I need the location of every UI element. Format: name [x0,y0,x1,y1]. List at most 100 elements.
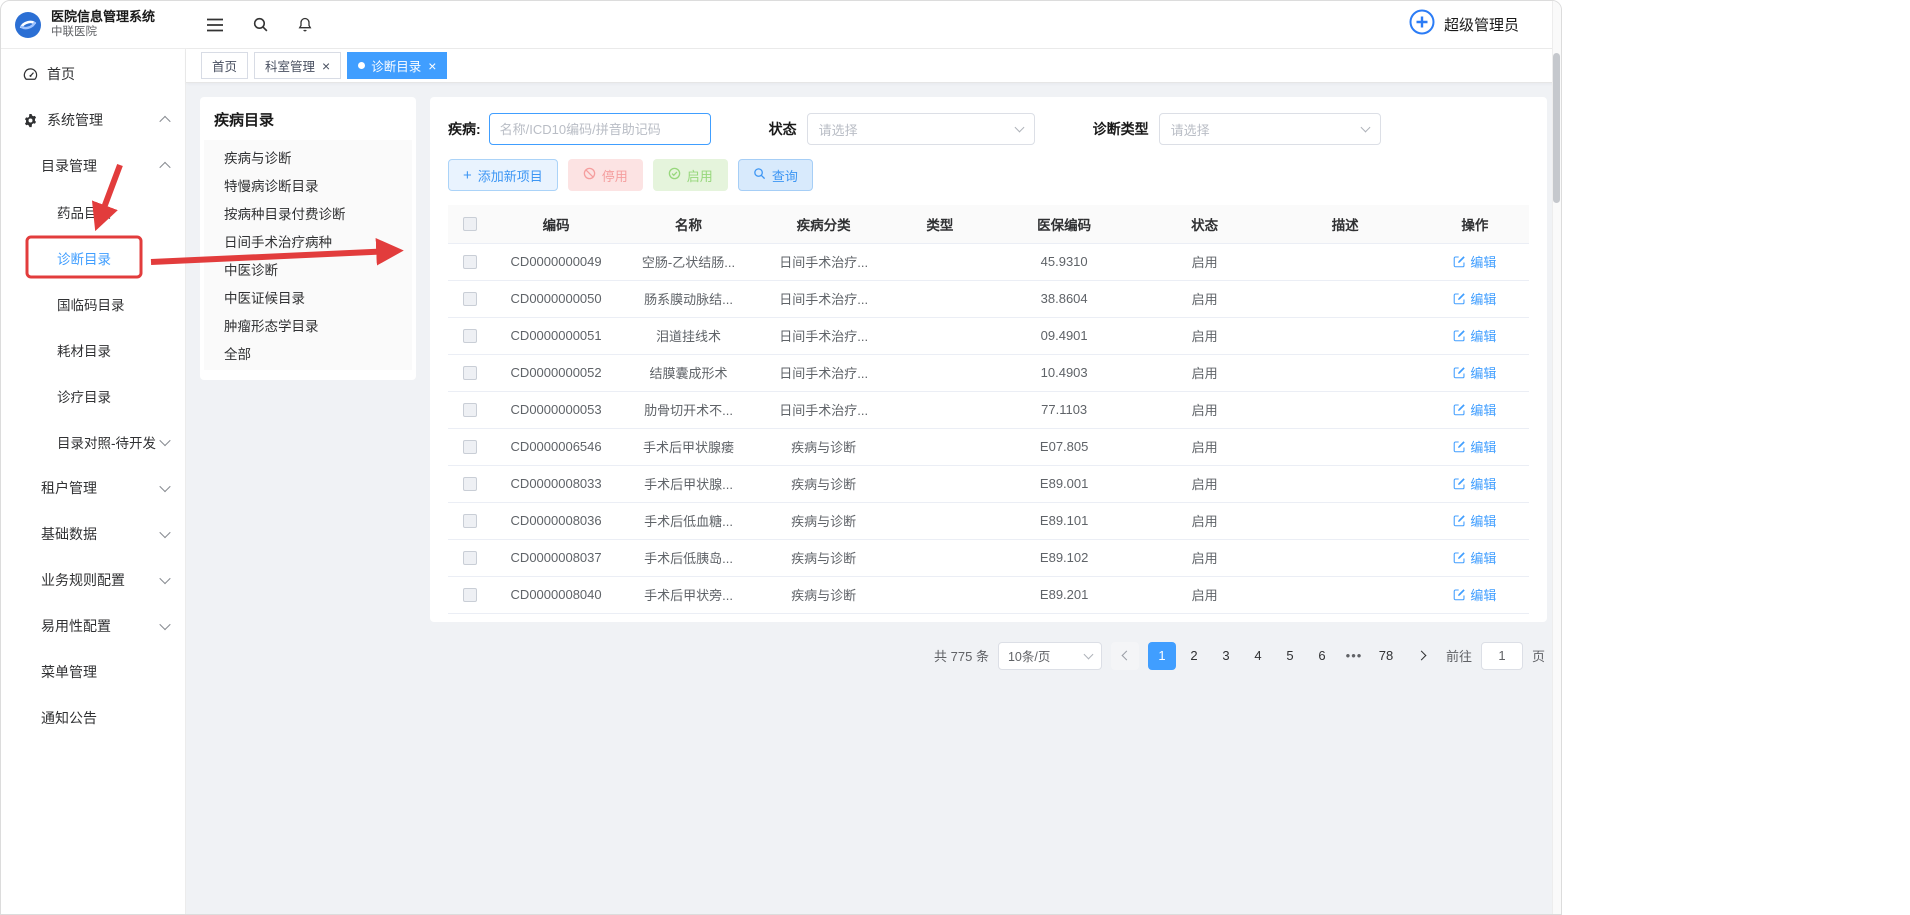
diagnosis-type-select[interactable]: 请选择 [1159,113,1381,145]
edit-button[interactable]: 编辑 [1453,548,1496,567]
edit-button[interactable]: 编辑 [1453,400,1496,419]
row-check-cell [448,539,491,576]
catalog-list-item[interactable]: 疾病与诊断 [204,143,412,171]
edit-button[interactable]: 编辑 [1453,474,1496,493]
toolbar: + 添加新项目 停用 [448,159,1529,191]
search-icon[interactable] [252,16,269,33]
status-select[interactable]: 请选择 [807,113,1035,145]
edit-button-label: 编辑 [1470,548,1496,567]
cell-action: 编辑 [1421,465,1529,502]
sidebar-item-label: 药品目录 [57,202,111,222]
edit-button[interactable]: 编辑 [1453,252,1496,271]
catalog-list-item[interactable]: 中医证候目录 [204,283,412,311]
tab-diagnosis-catalog[interactable]: 诊断目录× [347,52,447,79]
page-number-list: 123456•••78 [1148,642,1400,670]
sidebar-item-treatment-catalog[interactable]: 诊疗目录 [1,373,185,419]
page-button-4[interactable]: 4 [1244,642,1272,670]
sidebar-item-home[interactable]: 首页 [1,51,185,97]
sidebar-item-label: 诊断目录 [57,248,111,268]
cell-code: CD0000000049 [491,243,621,280]
sidebar-item-catalog-mapping[interactable]: 目录对照-待开发 [1,419,185,465]
edit-icon [1453,403,1466,416]
row-checkbox[interactable] [463,366,477,380]
row-checkbox[interactable] [463,588,477,602]
forbidden-circle-icon [583,167,596,183]
table-row: CD0000008036手术后低血糖...疾病与诊断E89.101启用编辑 [448,502,1529,539]
edit-button-label: 编辑 [1470,474,1496,493]
page-button-2[interactable]: 2 [1180,642,1208,670]
query-button[interactable]: 查询 [738,159,813,191]
catalog-list-item[interactable]: 日间手术治疗病种 [204,227,412,255]
row-checkbox[interactable] [463,514,477,528]
edit-button[interactable]: 编辑 [1453,437,1496,456]
catalog-list-item[interactable]: 按病种目录付费诊断 [204,199,412,227]
scrollbar-thumb[interactable] [1553,53,1560,203]
row-check-cell [448,391,491,428]
status-select-value: 请选择 [819,120,858,139]
page-button-3[interactable]: 3 [1212,642,1240,670]
next-page-button[interactable] [1409,642,1437,670]
tab-home[interactable]: 首页 [201,52,248,79]
collapse-menu-icon[interactable] [206,18,224,32]
cell-code: CD0000000052 [491,354,621,391]
edit-button[interactable]: 编辑 [1453,363,1496,382]
sidebar-item-usability-config[interactable]: 易用性配置 [1,603,185,649]
column-header: 描述 [1270,205,1421,243]
edit-button[interactable]: 编辑 [1453,511,1496,530]
sidebar-item-system-management[interactable]: 系统管理 [1,97,185,143]
cell-category: 日间手术治疗... [756,280,891,317]
catalog-list-item[interactable]: 肿瘤形态学目录 [204,311,412,339]
goto-page-input[interactable] [1481,642,1523,670]
row-checkbox[interactable] [463,477,477,491]
edit-button[interactable]: 编辑 [1453,585,1496,604]
filter-row: 疾病: 状态 请选择 诊断类型 请选择 [448,113,1529,145]
page-size-select[interactable]: 10条/页 [998,642,1102,670]
notification-bell-icon[interactable] [297,16,313,33]
disable-button[interactable]: 停用 [568,159,643,191]
cell-action: 编辑 [1421,428,1529,465]
page-button-78[interactable]: 78 [1372,642,1400,670]
sidebar-item-business-rules[interactable]: 业务规则配置 [1,557,185,603]
sidebar-item-drug-catalog[interactable]: 药品目录 [1,189,185,235]
add-item-button[interactable]: + 添加新项目 [448,159,558,191]
pagination-more-button[interactable]: ••• [1340,642,1368,670]
cell-status: 启用 [1140,539,1270,576]
cell-action: 编辑 [1421,502,1529,539]
row-checkbox[interactable] [463,255,477,269]
cell-description [1270,539,1421,576]
row-checkbox[interactable] [463,440,477,454]
page-button-5[interactable]: 5 [1276,642,1304,670]
select-all-checkbox[interactable] [463,217,477,231]
edit-button[interactable]: 编辑 [1453,326,1496,345]
edit-icon [1453,255,1466,268]
sidebar-item-tenant-management[interactable]: 租户管理 [1,465,185,511]
tab-dept-management[interactable]: 科室管理× [254,52,341,79]
row-checkbox[interactable] [463,292,477,306]
sidebar-item-menu-management[interactable]: 菜单管理 [1,649,185,695]
catalog-list-item[interactable]: 全部 [204,339,412,367]
sidebar-item-catalog-management[interactable]: 目录管理 [1,143,185,189]
page-button-6[interactable]: 6 [1308,642,1336,670]
chevron-down-icon [1014,123,1024,133]
sidebar-item-national-code-catalog[interactable]: 国临码目录 [1,281,185,327]
row-checkbox[interactable] [463,329,477,343]
row-checkbox[interactable] [463,551,477,565]
page-button-1[interactable]: 1 [1148,642,1176,670]
close-icon[interactable]: × [428,59,436,73]
sidebar-item-consumable-catalog[interactable]: 耗材目录 [1,327,185,373]
cell-description [1270,317,1421,354]
prev-page-button[interactable] [1111,642,1139,670]
catalog-list-item[interactable]: 特慢病诊断目录 [204,171,412,199]
table-row: CD0000000053肋骨切开术不...日间手术治疗...77.1103启用编… [448,391,1529,428]
edit-button[interactable]: 编辑 [1453,289,1496,308]
disease-search-input[interactable] [489,113,711,145]
sidebar-item-basic-data[interactable]: 基础数据 [1,511,185,557]
close-icon[interactable]: × [322,59,330,73]
user-menu[interactable]: 超级管理员 [1409,9,1561,40]
sidebar-item-diagnosis-catalog[interactable]: 诊断目录 [1,235,185,281]
enable-button[interactable]: 启用 [653,159,728,191]
sidebar-item-notice[interactable]: 通知公告 [1,695,185,741]
row-checkbox[interactable] [463,403,477,417]
catalog-list-item[interactable]: 中医诊断 [204,255,412,283]
chevron-down-icon [1084,649,1094,659]
